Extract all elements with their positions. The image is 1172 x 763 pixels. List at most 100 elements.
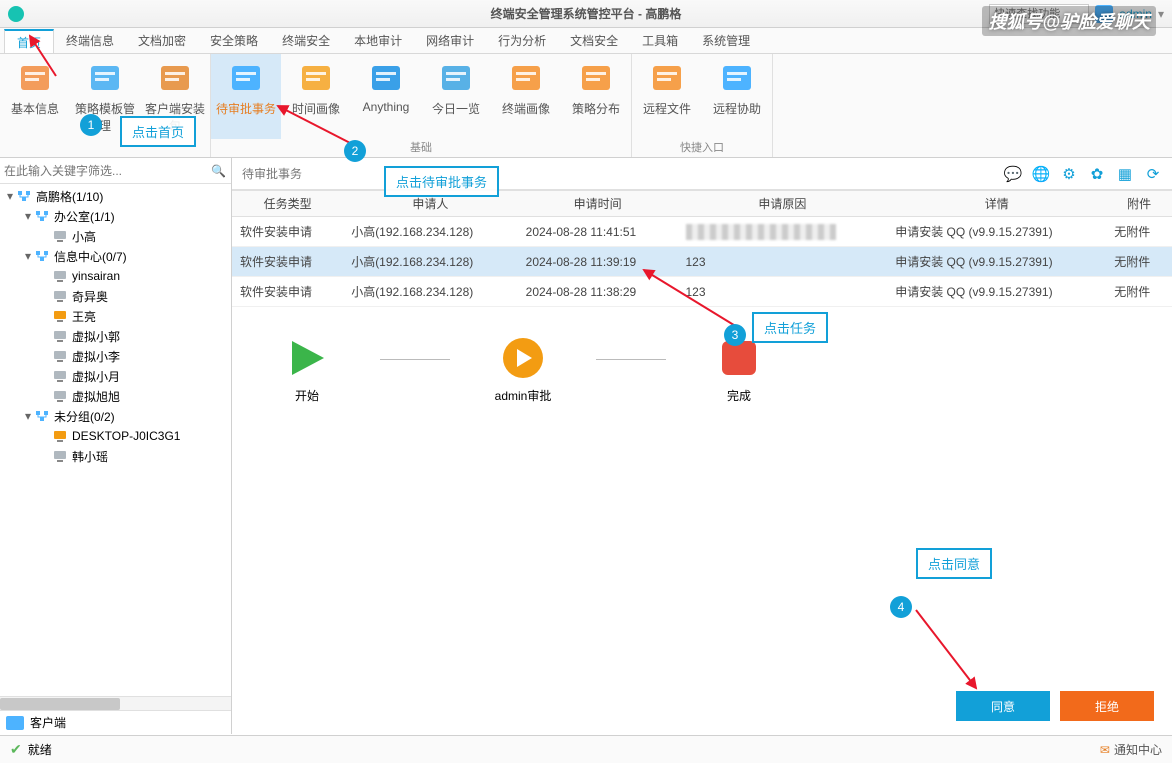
table-row[interactable]: 软件安装申请小高(192.168.234.128)2024-08-28 11:4… (232, 217, 1172, 247)
ribbon-item[interactable]: 待审批事务 (211, 54, 281, 139)
column-header[interactable]: 详情 (887, 191, 1106, 217)
menu-item-4[interactable]: 终端安全 (270, 29, 342, 53)
notify-icon[interactable]: ✉ (1100, 743, 1110, 757)
globe-icon[interactable]: 🌐 (1032, 165, 1050, 183)
tree-node-label: 虚拟旭旭 (72, 388, 120, 405)
computer-icon (52, 269, 68, 283)
tree-node[interactable]: ▾办公室(1/1) (0, 206, 231, 226)
tree-node[interactable]: DESKTOP-J0IC3G1 (0, 426, 231, 446)
tree-node[interactable]: 虚拟小月 (0, 366, 231, 386)
tree-node-label: 小高 (72, 228, 96, 245)
table-row[interactable]: 软件安装申请小高(192.168.234.128)2024-08-28 11:3… (232, 277, 1172, 307)
tree-node-label: 王亮 (72, 308, 96, 325)
ribbon-group-label: 快捷入口 (632, 139, 772, 157)
tree-node[interactable]: 奇异奥 (0, 286, 231, 306)
ribbon-item[interactable]: 远程文件 (632, 54, 702, 139)
ribbon-label: 远程文件 (643, 100, 691, 117)
menu-item-1[interactable]: 终端信息 (54, 29, 126, 53)
ribbon-icon (719, 60, 755, 96)
sidebar-footer[interactable]: 客户端 (0, 710, 231, 734)
table-cell: 小高(192.168.234.128) (343, 247, 517, 277)
grid-icon[interactable]: ▦ (1116, 165, 1134, 183)
tree-node[interactable]: 王亮 (0, 306, 231, 326)
ribbon-item[interactable]: 远程协助 (702, 54, 772, 139)
settings-icon[interactable]: ✿ (1088, 165, 1106, 183)
menu-item-7[interactable]: 行为分析 (486, 29, 558, 53)
ribbon-item[interactable]: 今日一览 (421, 54, 491, 139)
column-header[interactable]: 申请时间 (518, 191, 678, 217)
computer-icon (52, 329, 68, 343)
menu-item-6[interactable]: 网络审计 (414, 29, 486, 53)
ribbon-icon (508, 60, 544, 96)
menu-item-3[interactable]: 安全策略 (198, 29, 270, 53)
column-header[interactable]: 附件 (1106, 191, 1172, 217)
tree-node[interactable]: ▾信息中心(0/7) (0, 246, 231, 266)
gear-icon[interactable]: ⚙ (1060, 165, 1078, 183)
tree-node[interactable]: 虚拟小郭 (0, 326, 231, 346)
chat-icon[interactable]: 💬 (1004, 165, 1022, 183)
expand-icon[interactable]: ▾ (4, 189, 16, 203)
computer-icon (52, 429, 68, 443)
table-cell: 2024-08-28 11:39:19 (518, 247, 678, 277)
ribbon-label: 终端画像 (502, 100, 550, 117)
tree-node[interactable]: ▾未分组(0/2) (0, 406, 231, 426)
ribbon-label: 时间画像 (292, 100, 340, 117)
ribbon-icon (438, 60, 474, 96)
table-cell: 2024-08-28 11:38:29 (518, 277, 678, 307)
statusbar: ✔ 就绪 ✉ 通知中心 (0, 735, 1172, 763)
workflow-approve: admin审批 (468, 335, 578, 404)
tree-node[interactable]: 虚拟旭旭 (0, 386, 231, 406)
tree-search-input[interactable] (4, 164, 211, 178)
org-tree[interactable]: ▾高鹏格(1/10)▾办公室(1/1) 小高▾信息中心(0/7)yinsairan… (0, 184, 231, 696)
computer-icon (52, 309, 68, 323)
table-cell: 123 (678, 277, 888, 307)
computer-icon (52, 389, 68, 403)
ribbon-item[interactable]: Anything (351, 54, 421, 139)
tree-node[interactable]: 虚拟小李 (0, 346, 231, 366)
tree-node[interactable]: 韩小瑶 (0, 446, 231, 466)
computer-icon (52, 349, 68, 363)
org-icon (34, 409, 50, 423)
menu-item-10[interactable]: 系统管理 (690, 29, 762, 53)
menu-item-2[interactable]: 文档加密 (126, 29, 198, 53)
tree-scrollbar[interactable] (0, 696, 231, 710)
menu-item-0[interactable]: 首页 (4, 29, 54, 53)
menu-item-8[interactable]: 文档安全 (558, 29, 630, 53)
annotation-callout-3: 点击任务 (752, 312, 828, 343)
agree-button[interactable]: 同意 (956, 691, 1050, 721)
expand-icon[interactable]: ▾ (22, 409, 34, 423)
expand-icon[interactable]: ▾ (22, 249, 34, 263)
refresh-icon[interactable]: ⟳ (1144, 165, 1162, 183)
approval-table: 任务类型申请人申请时间申请原因详情附件 软件安装申请小高(192.168.234… (232, 190, 1172, 307)
table-cell: 申请安装 QQ (v9.9.15.27391) (887, 277, 1106, 307)
user-chevron-icon[interactable]: ▾ (1158, 7, 1164, 21)
tree-node[interactable]: 小高 (0, 226, 231, 246)
reject-button[interactable]: 拒绝 (1060, 691, 1154, 721)
table-cell: 小高(192.168.234.128) (343, 217, 517, 247)
ribbon-item[interactable]: 终端画像 (491, 54, 561, 139)
org-icon (34, 249, 50, 263)
computer-icon (52, 229, 68, 243)
workflow-done: 完成 (684, 335, 794, 404)
table-row[interactable]: 软件安装申请小高(192.168.234.128)2024-08-28 11:3… (232, 247, 1172, 277)
window-title: 终端安全管理系统管控平台 - 高鹏格 (491, 5, 682, 22)
column-header[interactable]: 申请原因 (678, 191, 888, 217)
search-icon[interactable]: 🔍 (211, 164, 227, 178)
workflow-start-label: 开始 (295, 387, 319, 404)
column-header[interactable]: 任务类型 (232, 191, 343, 217)
table-cell: 软件安装申请 (232, 247, 343, 277)
ribbon-item[interactable]: 基本信息 (0, 54, 70, 139)
expand-icon[interactable]: ▾ (22, 209, 34, 223)
tree-node[interactable]: ▾高鹏格(1/10) (0, 186, 231, 206)
workflow: 开始 admin审批 完成 (232, 307, 1172, 432)
annotation-callout-4: 点击同意 (916, 548, 992, 579)
org-icon (16, 189, 32, 203)
notify-label[interactable]: 通知中心 (1114, 741, 1162, 758)
ribbon-item[interactable]: 时间画像 (281, 54, 351, 139)
ribbon-item[interactable]: 策略分布 (561, 54, 631, 139)
tree-node[interactable]: yinsairan (0, 266, 231, 286)
watermark: 搜狐号@驴脸爱聊天 (982, 6, 1156, 36)
tree-node-label: 虚拟小李 (72, 348, 120, 365)
menu-item-9[interactable]: 工具箱 (630, 29, 690, 53)
menu-item-5[interactable]: 本地审计 (342, 29, 414, 53)
